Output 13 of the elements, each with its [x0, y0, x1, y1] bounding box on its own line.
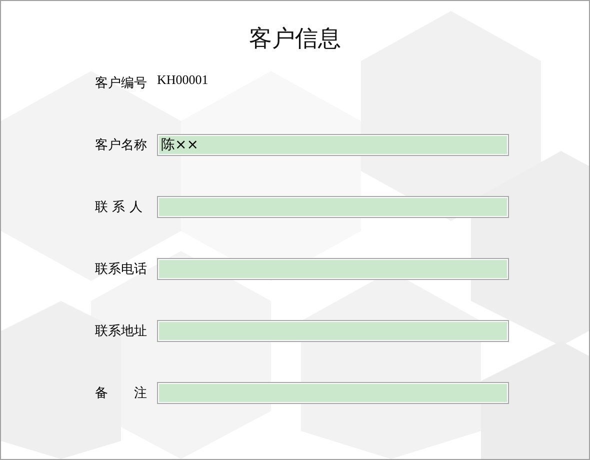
input-field[interactable]: 陈×× — [157, 134, 509, 156]
field-label: 联系地址 — [95, 323, 148, 340]
input-field[interactable] — [157, 196, 509, 218]
field-label: 备 注 — [95, 385, 148, 402]
field-label: 客户名称 — [95, 137, 148, 154]
field-label: 联 系 人 — [95, 199, 144, 216]
input-field[interactable] — [157, 320, 509, 342]
input-field[interactable] — [157, 258, 509, 280]
input-field[interactable] — [157, 382, 509, 404]
field-label: 联系电话 — [95, 261, 148, 278]
customer-id: KH00001 — [157, 72, 208, 88]
form-title: 客户信息 — [249, 25, 341, 54]
field-label: 客户编号 — [95, 75, 148, 92]
